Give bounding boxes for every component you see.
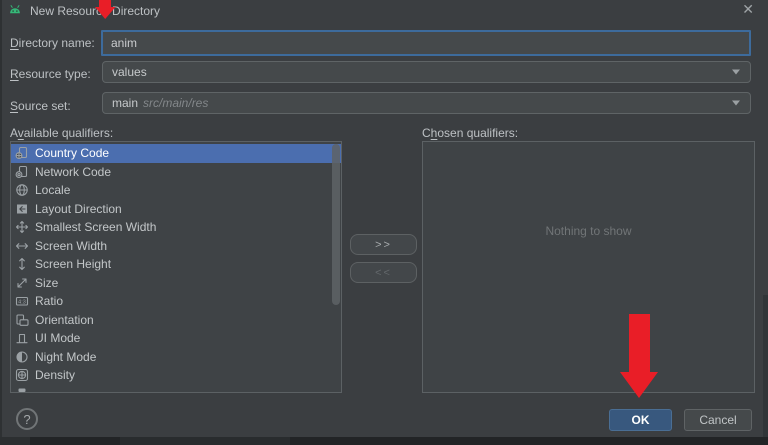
annotation-arrow-ok-icon [620, 314, 658, 398]
qualifier-item[interactable]: Size [11, 274, 341, 293]
chosen-qualifiers-panel: Nothing to show [422, 141, 755, 393]
svg-text:4:3: 4:3 [18, 300, 26, 306]
qualifier-item[interactable]: Network Code [11, 163, 341, 182]
android-logo-icon [10, 5, 20, 14]
qualifier-item[interactable]: Layout Direction [11, 200, 341, 219]
directory-name-input[interactable] [101, 30, 751, 56]
directory-name-label: Directory name: [10, 36, 95, 50]
source-set-value: main [112, 96, 139, 110]
partial-item-icon [18, 388, 26, 392]
qualifier-label: UI Mode [35, 331, 81, 346]
qualifier-label: Density [35, 368, 76, 383]
qualifier-item[interactable]: Screen Height [11, 255, 341, 274]
scrollbar-thumb[interactable] [332, 144, 340, 305]
qualifier-item[interactable]: UI Mode [11, 329, 341, 348]
chosen-qualifiers-label: Chosen qualifiers: [422, 126, 519, 140]
network-code-icon [15, 165, 28, 178]
source-set-label: Source set: [10, 99, 71, 113]
locale-icon [16, 184, 28, 196]
resource-type-combobox[interactable]: values [102, 61, 751, 83]
qualifier-label: Night Mode [35, 349, 97, 364]
qualifier-item[interactable]: Country Code [11, 144, 341, 163]
remove-qualifier-button[interactable]: << [350, 262, 417, 283]
qualifier-label: Ratio [35, 294, 64, 309]
available-qualifiers-list[interactable]: Country Code Network Code Locale Layout Dir… [10, 141, 342, 393]
qualifier-label: Locale [35, 183, 71, 198]
close-icon[interactable]: ✕ [742, 1, 754, 17]
resource-type-value: values [112, 65, 147, 79]
size-icon [17, 278, 27, 288]
qualifier-label: Size [35, 275, 59, 290]
chevron-down-icon [732, 100, 740, 106]
ok-button[interactable]: OK [609, 409, 672, 431]
qualifier-item[interactable]: Screen Width [11, 237, 341, 256]
help-button[interactable]: ? [16, 408, 38, 430]
annotation-arrow-title-icon [95, 0, 116, 19]
qualifier-item[interactable]: 4:3 Ratio [11, 292, 341, 311]
resource-type-label: Resource type: [10, 67, 91, 81]
qualifier-label: Smallest Screen Width [35, 220, 157, 235]
add-qualifier-button[interactable]: >> [350, 234, 417, 255]
density-icon [15, 369, 29, 382]
qualifier-label: Country Code [35, 146, 110, 161]
source-set-combobox[interactable]: main src/main/res [102, 92, 751, 114]
qualifier-label: Orientation [35, 312, 94, 327]
ratio-icon: 4:3 [15, 297, 29, 306]
qualifier-label: Screen Width [35, 238, 108, 253]
window-left-edge [0, 0, 2, 437]
cancel-button[interactable]: Cancel [684, 409, 752, 431]
empty-list-text: Nothing to show [545, 224, 632, 238]
layout-direction-icon [17, 204, 27, 214]
smallest-screen-width-icon [15, 221, 29, 234]
available-qualifiers-label: Available qualifiers: [10, 126, 114, 140]
qualifier-label: Layout Direction [35, 201, 122, 216]
qualifier-item[interactable]: Orientation [11, 311, 341, 330]
qualifier-label: Screen Height [35, 257, 112, 272]
background-window-segment [120, 437, 290, 445]
screen-height-icon [19, 258, 25, 271]
qualifier-item[interactable]: Night Mode [11, 348, 341, 367]
screen-width-icon [15, 242, 29, 249]
country-code-icon [15, 147, 28, 160]
source-set-path: src/main/res [143, 96, 209, 110]
chevron-down-icon [732, 69, 740, 75]
night-mode-icon [16, 351, 28, 363]
qualifier-item[interactable]: Smallest Screen Width [11, 218, 341, 237]
background-window-strip [0, 437, 768, 445]
ui-mode-icon [16, 334, 28, 344]
background-window-segment [0, 437, 30, 445]
qualifier-label: Network Code [35, 164, 112, 179]
qualifier-item[interactable]: Density [11, 366, 341, 385]
qualifier-item[interactable]: Locale [11, 181, 341, 200]
qualifier-item[interactable] [11, 385, 341, 393]
orientation-icon [16, 314, 29, 326]
window-right-edge [763, 295, 768, 437]
